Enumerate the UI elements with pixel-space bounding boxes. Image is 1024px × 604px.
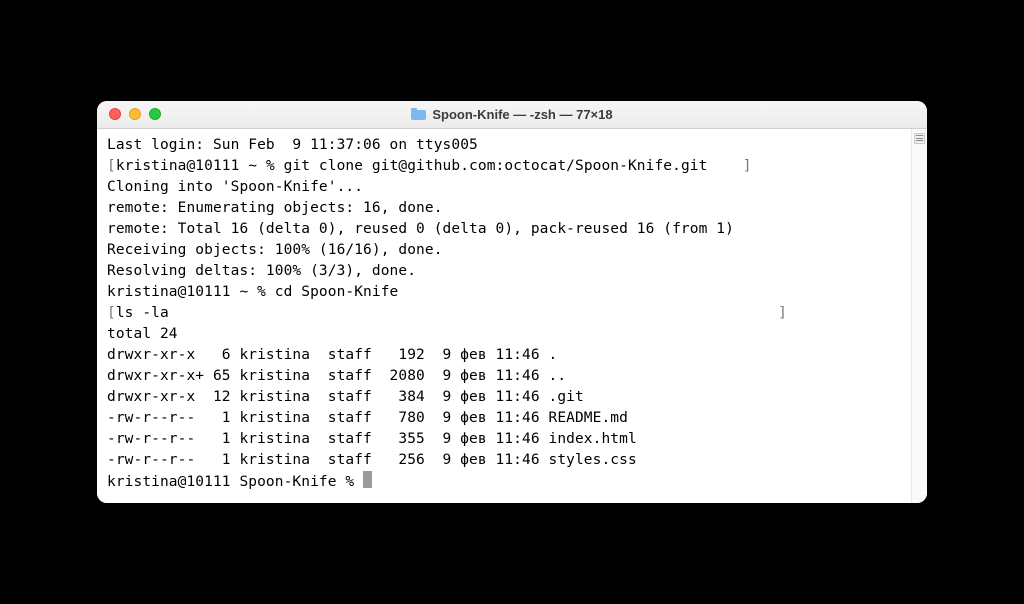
output-line: remote: Total 16 (delta 0), reused 0 (de… [107, 221, 734, 237]
window-title: Spoon-Knife — -zsh — 77×18 [97, 107, 927, 122]
ls-row: drwxr-xr-x+ 65 kristina staff 2080 9 фев… [107, 368, 566, 384]
ls-row: drwxr-xr-x 12 kristina staff 384 9 фев 1… [107, 389, 584, 405]
total-line: total 24 [107, 326, 178, 342]
folder-icon [411, 108, 426, 120]
terminal-window: Spoon-Knife — -zsh — 77×18 Last login: S… [97, 101, 927, 503]
cd-command: kristina@10111 ~ % cd Spoon-Knife [107, 284, 398, 300]
ls-bracket: [ls -la ] [107, 305, 787, 321]
ls-row: -rw-r--r-- 1 kristina staff 780 9 фев 11… [107, 410, 628, 426]
output-line: Resolving deltas: 100% (3/3), done. [107, 263, 416, 279]
terminal-body[interactable]: Last login: Sun Feb 9 11:37:06 on ttys00… [97, 129, 911, 503]
scroll-indicator-icon [914, 133, 925, 144]
maximize-button[interactable] [149, 108, 161, 120]
terminal-area: Last login: Sun Feb 9 11:37:06 on ttys00… [97, 129, 927, 503]
close-button[interactable] [109, 108, 121, 120]
output-line: Receiving objects: 100% (16/16), done. [107, 242, 443, 258]
git-clone-command: kristina@10111 ~ % git clone git@github.… [116, 158, 708, 174]
ls-row: -rw-r--r-- 1 kristina staff 256 9 фев 11… [107, 452, 637, 468]
scrollbar[interactable] [911, 129, 927, 503]
window-title-text: Spoon-Knife — -zsh — 77×18 [432, 107, 612, 122]
last-login: Last login: Sun Feb 9 11:37:06 on ttys00… [107, 137, 478, 153]
ls-row: -rw-r--r-- 1 kristina staff 355 9 фев 11… [107, 431, 637, 447]
traffic-lights [97, 108, 161, 120]
ls-command: ls -la [116, 305, 169, 321]
ls-row: drwxr-xr-x 6 kristina staff 192 9 фев 11… [107, 347, 557, 363]
current-prompt: kristina@10111 Spoon-Knife % [107, 474, 363, 490]
cursor [363, 471, 372, 488]
output-line: Cloning into 'Spoon-Knife'... [107, 179, 363, 195]
prompt-bracket: [kristina@10111 ~ % git clone git@github… [107, 158, 752, 174]
window-titlebar[interactable]: Spoon-Knife — -zsh — 77×18 [97, 101, 927, 129]
output-line: remote: Enumerating objects: 16, done. [107, 200, 443, 216]
minimize-button[interactable] [129, 108, 141, 120]
